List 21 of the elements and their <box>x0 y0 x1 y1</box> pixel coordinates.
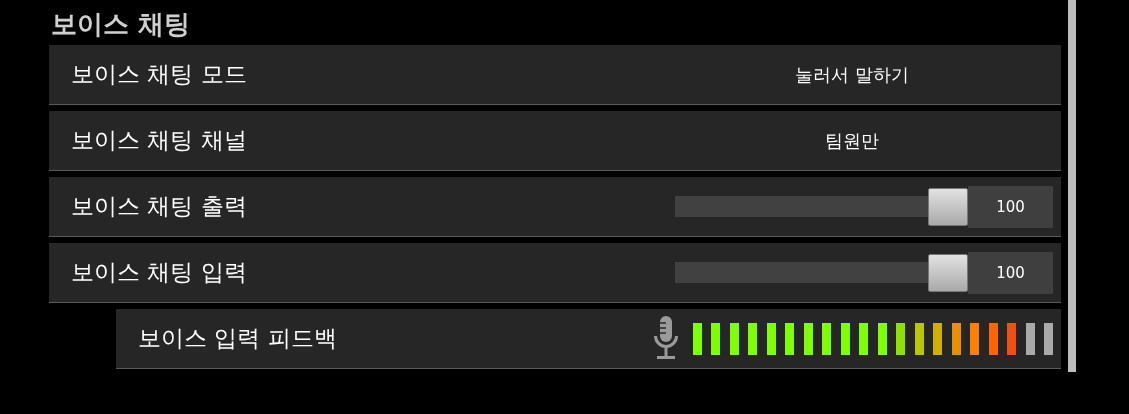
setting-row[interactable]: 보이스 채팅 채널 팀원만 <box>49 111 1061 171</box>
setting-value[interactable]: 눌러서 말하기 <box>652 62 1052 87</box>
slider-reading: 100 <box>968 251 1053 294</box>
microphone-icon <box>651 315 680 362</box>
setting-label: 보이스 입력 피드백 <box>137 324 338 353</box>
setting-label: 보이스 채팅 채널 <box>70 126 248 155</box>
slider-thumb[interactable] <box>928 253 968 292</box>
setting-value[interactable]: 팀원만 <box>652 128 1052 153</box>
setting-label: 보이스 채팅 모드 <box>70 60 248 89</box>
setting-row[interactable]: 보이스 채팅 모드 눌러서 말하기 <box>49 45 1061 105</box>
section-title: 보이스 채팅 <box>51 7 192 41</box>
scrollbar[interactable] <box>1068 0 1076 372</box>
slider-thumb[interactable] <box>928 187 968 226</box>
setting-row[interactable]: 보이스 채팅 입력 100 <box>49 243 1061 303</box>
setting-label: 보이스 채팅 입력 <box>70 258 248 287</box>
slider[interactable] <box>675 186 968 227</box>
setting-label: 보이스 채팅 출력 <box>70 192 248 221</box>
setting-row[interactable]: 보이스 채팅 출력 100 <box>49 177 1061 237</box>
slider-reading: 100 <box>968 185 1053 228</box>
slider[interactable] <box>675 252 968 293</box>
setting-row[interactable]: 보이스 입력 피드백 <box>116 309 1061 369</box>
